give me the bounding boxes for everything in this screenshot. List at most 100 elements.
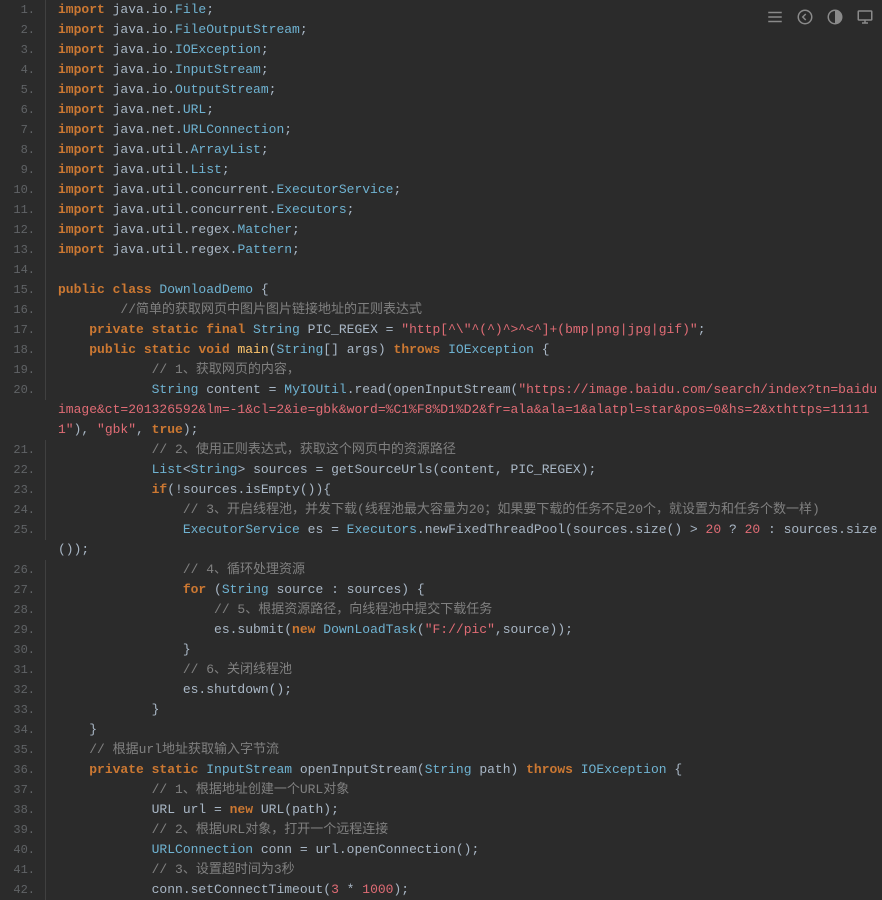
code-line[interactable]: 13.import java.util.regex.Pattern; (0, 240, 882, 260)
code-content[interactable]: } (46, 640, 882, 660)
code-line[interactable]: 4.import java.io.InputStream; (0, 60, 882, 80)
code-line[interactable]: 8.import java.util.ArrayList; (0, 140, 882, 160)
code-line[interactable]: 36. private static InputStream openInput… (0, 760, 882, 780)
code-content[interactable]: import java.io.FileOutputStream; (46, 20, 882, 40)
line-number: 36. (0, 760, 46, 780)
code-content[interactable]: if(!sources.isEmpty()){ (46, 480, 882, 500)
code-content[interactable]: } (46, 700, 882, 720)
code-line[interactable]: 32. es.shutdown(); (0, 680, 882, 700)
code-content[interactable]: import java.util.regex.Matcher; (46, 220, 882, 240)
code-content[interactable]: // 1、获取网页的内容， (46, 360, 882, 380)
code-content[interactable]: import java.net.URL; (46, 100, 882, 120)
code-content[interactable]: es.shutdown(); (46, 680, 882, 700)
code-content[interactable]: import java.util.concurrent.Executors; (46, 200, 882, 220)
code-content[interactable]: private static final String PIC_REGEX = … (46, 320, 882, 340)
code-content[interactable]: } (46, 720, 882, 740)
code-content[interactable]: public class DownloadDemo { (46, 280, 882, 300)
back-icon[interactable] (796, 8, 814, 26)
code-line[interactable]: 16. //简单的获取网页中图片图片链接地址的正则表达式 (0, 300, 882, 320)
code-content[interactable]: // 6、关闭线程池 (46, 660, 882, 680)
code-content[interactable]: ExecutorService es = Executors.newFixedT… (46, 520, 882, 560)
code-content[interactable]: public static void main(String[] args) t… (46, 340, 882, 360)
code-line[interactable]: 37. // 1、根据地址创建一个URL对象 (0, 780, 882, 800)
code-line[interactable]: 27. for (String source : sources) { (0, 580, 882, 600)
code-editor[interactable]: 1.import java.io.File;2.import java.io.F… (0, 0, 882, 900)
token: new (230, 802, 261, 817)
code-content[interactable]: import java.util.regex.Pattern; (46, 240, 882, 260)
code-line[interactable]: 40. URLConnection conn = url.openConnect… (0, 840, 882, 860)
code-content[interactable]: es.submit(new DownLoadTask("F://pic",sou… (46, 620, 882, 640)
code-line[interactable]: 33. } (0, 700, 882, 720)
code-line[interactable]: 25. ExecutorService es = Executors.newFi… (0, 520, 882, 560)
code-line[interactable]: 3.import java.io.IOException; (0, 40, 882, 60)
token: ; (261, 42, 269, 57)
code-line[interactable]: 19. // 1、获取网页的内容， (0, 360, 882, 380)
code-content[interactable]: import java.net.URLConnection; (46, 120, 882, 140)
code-line[interactable]: 14. (0, 260, 882, 280)
code-content[interactable]: import java.io.InputStream; (46, 60, 882, 80)
code-line[interactable]: 35. // 根据url地址获取输入字节流 (0, 740, 882, 760)
code-content[interactable]: String content = MyIOUtil.read(openInput… (46, 380, 882, 440)
code-line[interactable]: 34. } (0, 720, 882, 740)
contrast-icon[interactable] (826, 8, 844, 26)
code-line[interactable]: 31. // 6、关闭线程池 (0, 660, 882, 680)
code-line[interactable]: 22. List<String> sources = getSourceUrls… (0, 460, 882, 480)
code-line[interactable]: 11.import java.util.concurrent.Executors… (0, 200, 882, 220)
code-content[interactable]: // 3、设置超时间为3秒 (46, 860, 882, 880)
token: conn.setConnectTimeout( (152, 882, 331, 897)
code-content[interactable]: // 2、使用正则表达式，获取这个网页中的资源路径 (46, 440, 882, 460)
code-content[interactable]: // 2、根据URL对象，打开一个远程连接 (46, 820, 882, 840)
code-content[interactable]: // 4、循环处理资源 (46, 560, 882, 580)
code-content[interactable]: URLConnection conn = url.openConnection(… (46, 840, 882, 860)
code-line[interactable]: 30. } (0, 640, 882, 660)
list-icon[interactable] (766, 8, 784, 26)
token: ,source)); (495, 622, 573, 637)
code-content[interactable]: //简单的获取网页中图片图片链接地址的正则表达式 (46, 300, 882, 320)
code-line[interactable]: 26. // 4、循环处理资源 (0, 560, 882, 580)
code-line[interactable]: 42. conn.setConnectTimeout(3 * 1000); (0, 880, 882, 900)
code-line[interactable]: 20. String content = MyIOUtil.read(openI… (0, 380, 882, 440)
token: // 1、根据地址创建一个URL对象 (152, 782, 350, 797)
code-line[interactable]: 1.import java.io.File; (0, 0, 882, 20)
code-line[interactable]: 23. if(!sources.isEmpty()){ (0, 480, 882, 500)
code-content[interactable]: import java.io.File; (46, 0, 882, 20)
code-content[interactable]: List<String> sources = getSourceUrls(con… (46, 460, 882, 480)
code-content[interactable]: // 1、根据地址创建一个URL对象 (46, 780, 882, 800)
code-line[interactable]: 12.import java.util.regex.Matcher; (0, 220, 882, 240)
code-line[interactable]: 38. URL url = new URL(path); (0, 800, 882, 820)
code-line[interactable]: 2.import java.io.FileOutputStream; (0, 20, 882, 40)
code-content[interactable]: import java.util.List; (46, 160, 882, 180)
code-content[interactable]: import java.util.ArrayList; (46, 140, 882, 160)
code-line[interactable]: 6.import java.net.URL; (0, 100, 882, 120)
code-content[interactable]: private static InputStream openInputStre… (46, 760, 882, 780)
line-number: 20. (0, 380, 46, 400)
code-content[interactable]: for (String source : sources) { (46, 580, 882, 600)
code-line[interactable]: 21. // 2、使用正则表达式，获取这个网页中的资源路径 (0, 440, 882, 460)
code-line[interactable]: 41. // 3、设置超时间为3秒 (0, 860, 882, 880)
code-line[interactable]: 24. // 3、开启线程池，并发下载(线程池最大容量为20；如果要下载的任务不… (0, 500, 882, 520)
code-line[interactable]: 28. // 5、根据资源路径，向线程池中提交下载任务 (0, 600, 882, 620)
code-line[interactable]: 29. es.submit(new DownLoadTask("F://pic"… (0, 620, 882, 640)
code-line[interactable]: 39. // 2、根据URL对象，打开一个远程连接 (0, 820, 882, 840)
token: IOException (448, 342, 534, 357)
code-content[interactable]: URL url = new URL(path); (46, 800, 882, 820)
monitor-icon[interactable] (856, 8, 874, 26)
code-content[interactable]: // 根据url地址获取输入字节流 (46, 740, 882, 760)
code-line[interactable]: 18. public static void main(String[] arg… (0, 340, 882, 360)
code-line[interactable]: 7.import java.net.URLConnection; (0, 120, 882, 140)
code-content[interactable]: import java.io.OutputStream; (46, 80, 882, 100)
line-number: 16. (0, 300, 46, 320)
token: java.util.regex. (113, 242, 238, 257)
code-content[interactable]: // 5、根据资源路径，向线程池中提交下载任务 (46, 600, 882, 620)
code-line[interactable]: 15.public class DownloadDemo { (0, 280, 882, 300)
code-content[interactable]: import java.util.concurrent.ExecutorServ… (46, 180, 882, 200)
code-line[interactable]: 17. private static final String PIC_REGE… (0, 320, 882, 340)
code-content[interactable]: import java.io.IOException; (46, 40, 882, 60)
line-number: 32. (0, 680, 46, 700)
code-content[interactable]: // 3、开启线程池，并发下载(线程池最大容量为20；如果要下载的任务不足20个… (46, 500, 882, 520)
code-line[interactable]: 10.import java.util.concurrent.ExecutorS… (0, 180, 882, 200)
code-line[interactable]: 5.import java.io.OutputStream; (0, 80, 882, 100)
code-line[interactable]: 9.import java.util.List; (0, 160, 882, 180)
code-content[interactable]: conn.setConnectTimeout(3 * 1000); (46, 880, 882, 900)
line-number: 21. (0, 440, 46, 460)
